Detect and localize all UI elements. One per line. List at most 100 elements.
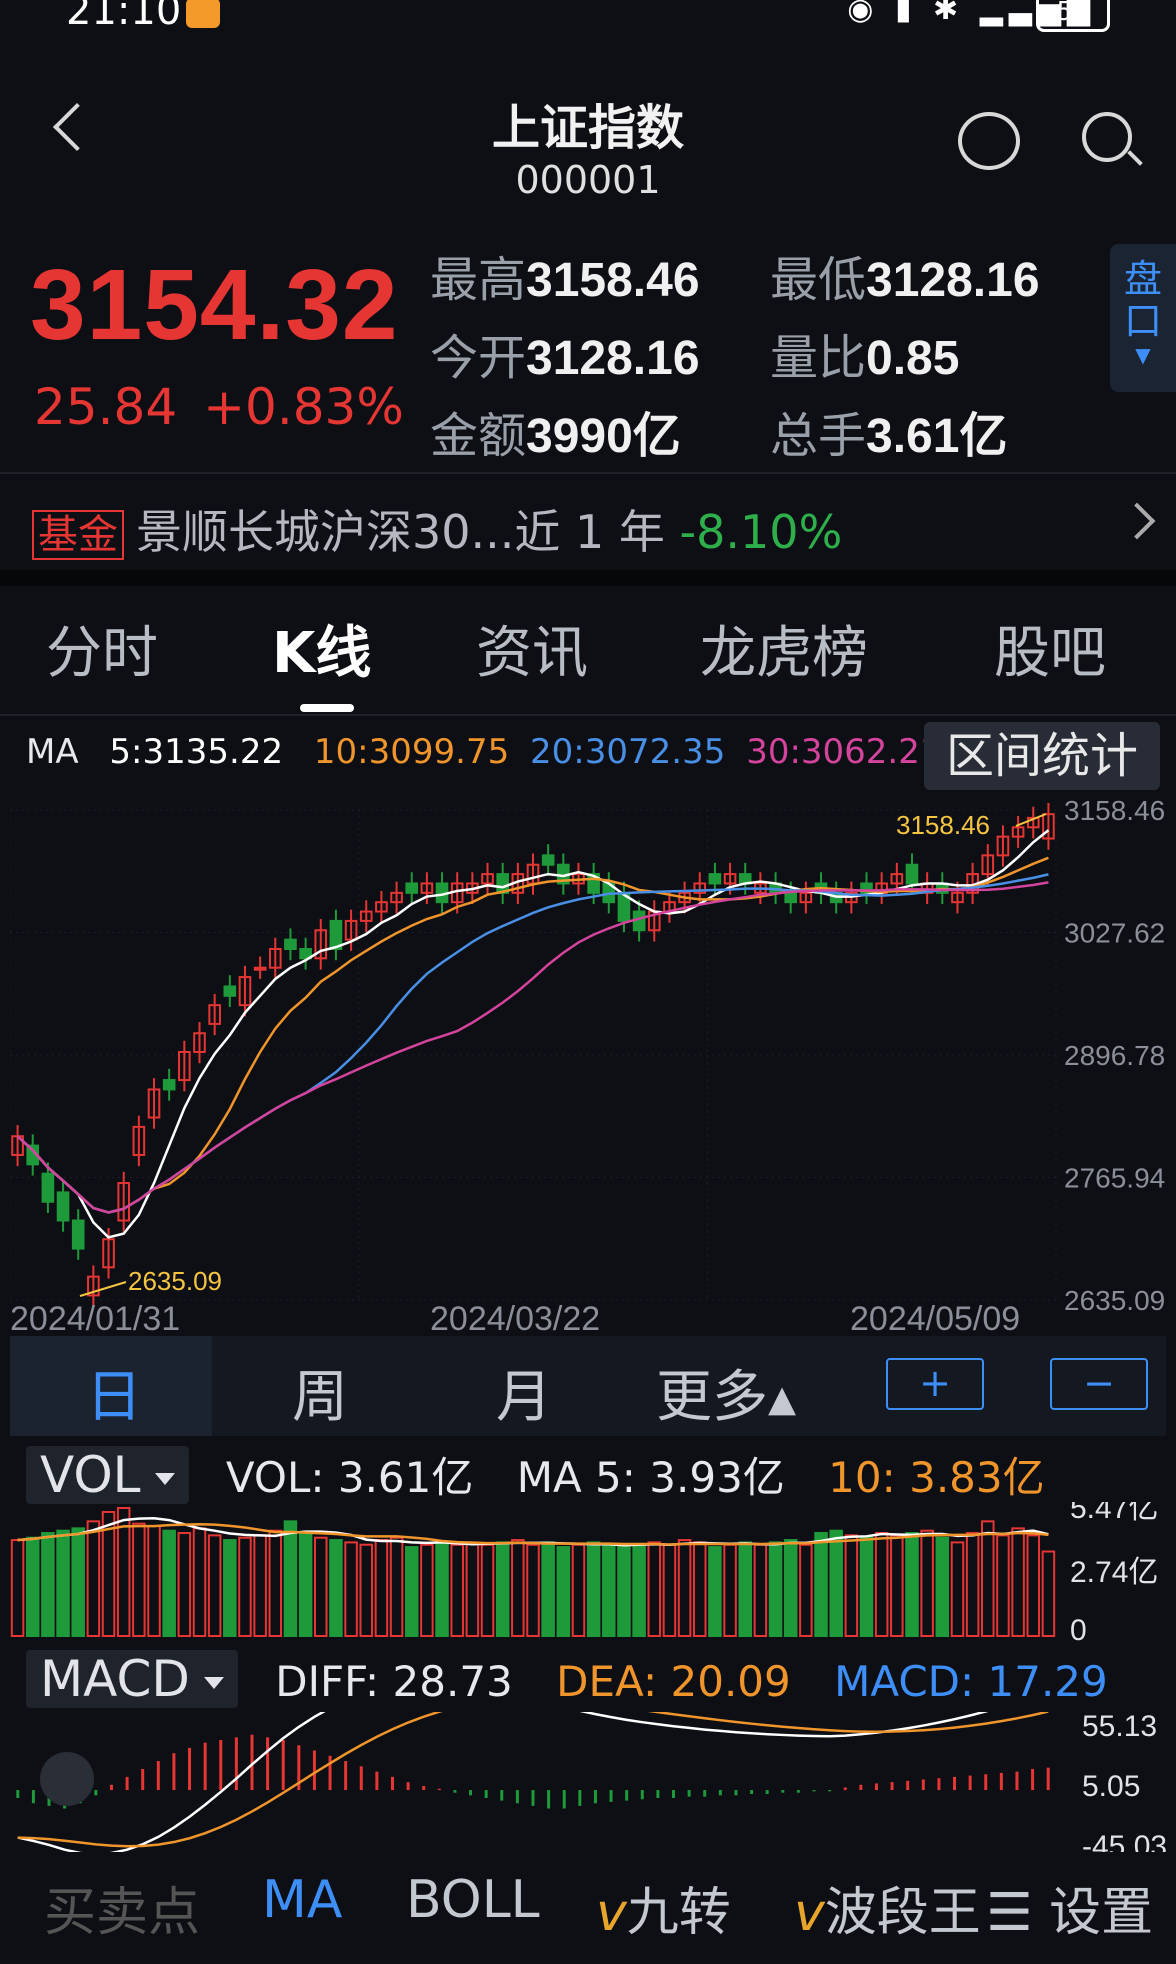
tool-wave-king[interactable]: v波段王 <box>794 1870 981 1945</box>
notification-icon <box>186 0 220 28</box>
volume-bar <box>738 1541 752 1637</box>
period-day[interactable]: 日 <box>86 1352 142 1433</box>
volume-bar <box>344 1541 358 1637</box>
volume-bar <box>556 1546 571 1637</box>
chat-icon[interactable] <box>958 112 1020 170</box>
volume-bar <box>314 1536 328 1637</box>
vol-y-tick: 5.47亿 <box>1070 1502 1158 1525</box>
volume-bar <box>844 1534 859 1638</box>
macd-indicator-dropdown[interactable]: MACD <box>26 1650 238 1708</box>
volume-chart[interactable]: 5.47亿 2.74亿 0 <box>10 1502 1166 1642</box>
period-more[interactable]: 更多▴ <box>656 1352 796 1433</box>
tab-forum[interactable]: 股吧 <box>994 608 1106 689</box>
candle-body <box>284 938 297 950</box>
volume-bar <box>768 1541 783 1637</box>
zoom-out-button[interactable]: − <box>1050 1358 1148 1410</box>
dea-line <box>17 1712 1049 1848</box>
candle-body <box>41 1172 55 1203</box>
tab-dragon-tiger[interactable]: 龙虎榜 <box>700 608 868 689</box>
volume-bar <box>435 1541 449 1637</box>
stat-high: 最高3158.46 <box>430 252 700 308</box>
volume-bar <box>56 1529 70 1637</box>
change-value: 25.84 <box>34 378 178 436</box>
volume-bar <box>662 1543 677 1638</box>
v-icon: v <box>596 1883 627 1943</box>
x-tick-label: 2024/01/31 <box>10 1300 180 1336</box>
y-tick-label: 2765.94 <box>1064 1163 1165 1194</box>
volume-bar <box>541 1541 555 1637</box>
tool-ma[interactable]: MA <box>262 1870 342 1930</box>
v-icon: v <box>794 1883 825 1943</box>
volume-bar <box>996 1534 1010 1638</box>
volume-bar <box>404 1546 419 1637</box>
macd-y-tick: 5.05 <box>1082 1770 1140 1803</box>
divider <box>0 472 1176 474</box>
tool-settings-label: 设置 <box>1049 1883 1154 1943</box>
tool-buy-sell[interactable]: 买卖点 <box>44 1870 200 1945</box>
vol-ma5: MA 5: 3.93亿 <box>516 1453 785 1502</box>
tool-settings[interactable]: ☰ 设置 <box>986 1870 1153 1945</box>
ma10-value: 10:3099.75 <box>313 732 510 772</box>
volume-bar <box>495 1541 510 1637</box>
volume-bar <box>950 1541 965 1637</box>
volume-bar <box>602 1543 616 1638</box>
volume-bar <box>632 1543 646 1638</box>
battery-icon: 59 <box>1036 0 1110 32</box>
tool-boll[interactable]: BOLL <box>406 1870 540 1930</box>
volume-bar <box>41 1532 55 1637</box>
candle-body <box>784 891 798 904</box>
tab-kline[interactable]: K线 <box>272 608 371 689</box>
ma30-line <box>16 881 1049 1214</box>
vol-ma10: 10: 3.83亿 <box>828 1453 1045 1502</box>
fund-name: 景顺长城沪深30... <box>136 505 515 559</box>
search-icon[interactable] <box>1082 112 1132 162</box>
vol-y-tick: 0 <box>1070 1614 1087 1642</box>
x-tick-label: 2024/05/09 <box>850 1300 1020 1336</box>
macd-y-tick: -45.03 <box>1082 1830 1166 1852</box>
volume-bar <box>374 1539 389 1637</box>
volume-bar <box>783 1539 798 1637</box>
tab-news[interactable]: 资讯 <box>476 608 588 689</box>
volume-bar <box>298 1532 313 1637</box>
divider <box>0 714 1176 716</box>
macd-legend: MACD DIFF: 28.73 DEA: 20.09 MACD: 17.29 <box>26 1650 1108 1708</box>
volume-bar <box>283 1520 298 1637</box>
kline-chart[interactable]: 3158.46 3027.62 2896.78 2765.94 2635.09 2024/… <box>10 796 1166 1336</box>
settings-icon: ☰ <box>986 1883 1050 1943</box>
range-stats-button[interactable]: 区间统计 <box>924 722 1160 790</box>
volume-bar <box>723 1543 737 1638</box>
period-week[interactable]: 周 <box>292 1352 348 1433</box>
volume-bar <box>1041 1550 1056 1637</box>
section-gap <box>0 570 1176 586</box>
volume-bar <box>268 1529 283 1637</box>
volume-bar <box>389 1536 404 1637</box>
volume-bar <box>192 1527 207 1638</box>
vol-indicator-dropdown[interactable]: VOL <box>26 1446 189 1504</box>
candle-body <box>541 854 555 866</box>
period-month[interactable]: 月 <box>496 1352 552 1433</box>
chevron-right-icon[interactable] <box>1118 502 1156 540</box>
volume-bar <box>223 1539 237 1637</box>
zoom-in-button[interactable]: + <box>886 1358 984 1410</box>
macd-chart[interactable]: 55.13 5.05 -45.03 <box>10 1712 1166 1852</box>
volume-bar <box>526 1543 540 1638</box>
candle-body <box>905 863 919 885</box>
ma30-value: 30:3062.21 <box>746 732 942 772</box>
candle-body <box>56 1191 70 1222</box>
y-tick-label: 2635.09 <box>1064 1285 1165 1316</box>
ma10-line <box>16 856 1049 1214</box>
tool-jiuzhuan[interactable]: v九转 <box>596 1870 731 1945</box>
volume-bar <box>71 1527 85 1638</box>
tab-timeshare[interactable]: 分时 <box>46 608 158 689</box>
volume-legend: VOL VOL: 3.61亿 MA 5: 3.93亿 10: 3.83亿 <box>26 1444 1045 1505</box>
volume-bar <box>86 1520 101 1637</box>
volume-bar <box>253 1534 267 1638</box>
expand-icon[interactable] <box>40 1752 94 1806</box>
pankou-label: 盘口 <box>1123 257 1162 343</box>
volume-bar <box>905 1532 919 1637</box>
high-pointer <box>1015 813 1047 827</box>
pankou-button[interactable]: 盘口 ▼ <box>1110 244 1176 392</box>
volume-bar <box>162 1529 176 1637</box>
fund-banner[interactable]: 基金 景顺长城沪深30...近 1 年 -8.10% <box>32 496 842 562</box>
high-label: 3158.46 <box>896 810 990 840</box>
